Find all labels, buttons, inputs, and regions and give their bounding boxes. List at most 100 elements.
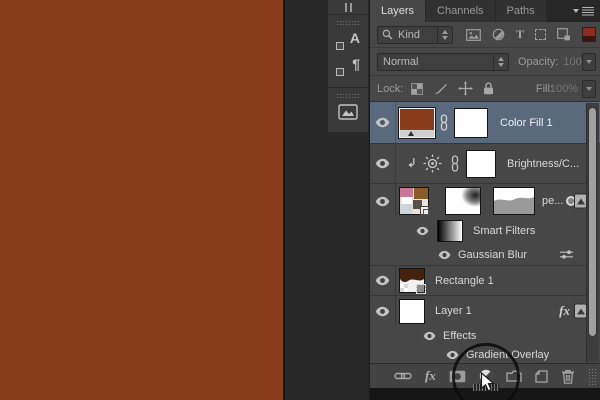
layer-row-color-fill[interactable]: Color Fill 1 <box>370 102 600 144</box>
smart-object-thumbnail[interactable] <box>399 187 429 215</box>
new-group-button[interactable] <box>506 370 522 382</box>
layer-row-rectangle[interactable]: Rectangle 1 <box>370 266 600 296</box>
smart-object-badge-icon <box>420 206 429 215</box>
shape-filter-icon <box>535 29 547 40</box>
layers-panel: Layers Channels Paths Kind T Normal Opac… <box>369 0 600 400</box>
visibility-eye-icon[interactable] <box>370 144 396 183</box>
filter-blending-options-button[interactable] <box>559 249 574 260</box>
lock-position-button[interactable] <box>458 81 474 96</box>
layer-row-layer1[interactable]: Layer 1 fx <box>370 296 600 326</box>
row-gradient-overlay[interactable]: Gradient Overlay <box>370 346 600 363</box>
mask-link-icon[interactable] <box>439 114 449 131</box>
triangle-up-icon <box>576 198 585 204</box>
new-layer-button[interactable] <box>535 369 548 383</box>
filter-mask-thumbnail[interactable] <box>437 220 463 242</box>
filter-type-layers-button[interactable]: T <box>516 27 524 42</box>
visibility-eye-icon[interactable] <box>370 184 396 218</box>
dock-drag-grip-icon[interactable] <box>336 20 360 25</box>
adjustment-mask-thumbnail[interactable] <box>466 149 496 178</box>
vector-mask-thumbnail[interactable] <box>493 187 535 215</box>
row-smart-filters[interactable]: Smart Filters <box>370 218 600 244</box>
layer-row-brightness[interactable]: Brightness/C... <box>370 144 600 184</box>
filter-adjustment-layers-button[interactable] <box>492 28 505 41</box>
image-panel-icon <box>338 104 358 120</box>
move-icon <box>458 81 474 96</box>
layer-thumbnail[interactable] <box>399 298 425 324</box>
fill-layer-thumbnail[interactable] <box>398 106 436 139</box>
visibility-eye-icon[interactable] <box>446 350 459 360</box>
transparency-checker-icon <box>411 82 424 95</box>
layer-filtering-toggle[interactable] <box>582 27 596 42</box>
filter-smart-objects-button[interactable] <box>557 28 571 41</box>
mouse-cursor <box>480 372 496 392</box>
filter-pixel-layers-button[interactable] <box>466 28 481 41</box>
photoshop-workspace: A ¶ Layers Channels Paths Kind T Normal … <box>0 0 600 400</box>
brightness-sun-icon[interactable] <box>423 154 442 173</box>
tab-channels[interactable]: Channels <box>426 0 495 22</box>
fx-icon: fx <box>425 368 436 383</box>
fill-value: 100% <box>549 82 578 95</box>
padlock-icon <box>484 82 494 95</box>
fill-dropdown-button[interactable] <box>582 79 596 98</box>
pixel-layer-filter-icon <box>466 28 481 41</box>
lock-pixels-button[interactable] <box>433 82 448 95</box>
layer-name: Rectangle 1 <box>435 274 494 287</box>
dock-group-type: A ¶ <box>328 15 368 88</box>
delete-layer-button[interactable] <box>561 369 575 384</box>
fill-slider-icon <box>400 128 434 137</box>
visibility-eye-icon[interactable] <box>370 266 396 295</box>
layer-name: Brightness/C... <box>507 157 580 170</box>
link-layers-button[interactable] <box>394 371 412 381</box>
layer-fx-badge[interactable]: fx <box>559 303 570 319</box>
panel-menu-button[interactable] <box>567 0 600 22</box>
layer-row-smart-object[interactable]: pe... <box>370 184 600 218</box>
visibility-eye-icon[interactable] <box>438 250 451 260</box>
character-panel-button[interactable]: A <box>333 29 363 53</box>
opacity-dropdown-button[interactable] <box>582 52 596 71</box>
tab-paths[interactable]: Paths <box>495 0 546 22</box>
panel-resize-grip-icon[interactable] <box>588 368 598 385</box>
visibility-eye-icon[interactable] <box>423 331 436 341</box>
blend-mode-select[interactable]: Normal <box>377 52 509 71</box>
layer-mask-thumbnail[interactable] <box>454 107 488 138</box>
scrollbar-thumb[interactable] <box>588 107 597 337</box>
type-filter-icon: T <box>516 27 525 41</box>
layer-filter-row: Kind T <box>370 22 600 48</box>
layers-list: Color Fill 1 Brightness/C... pe... Smart… <box>370 102 600 363</box>
tab-layers[interactable]: Layers <box>370 0 426 22</box>
dock-drag-grip-icon[interactable] <box>336 93 360 98</box>
paragraph-panel-button[interactable]: ¶ <box>333 55 363 79</box>
row-effects[interactable]: Effects <box>370 326 600 346</box>
layer-name: Color Fill 1 <box>500 116 553 129</box>
adjustment-filter-icon <box>492 28 505 41</box>
new-layer-icon <box>535 369 548 383</box>
clipping-mask-arrow-icon <box>408 158 415 168</box>
sliders-icon <box>560 250 573 259</box>
document-canvas[interactable] <box>0 0 283 400</box>
character-panel-icon: A <box>349 30 360 46</box>
visibility-eye-icon[interactable] <box>370 102 396 143</box>
visibility-eye-icon[interactable] <box>370 296 396 326</box>
lock-label: Lock: <box>377 82 404 95</box>
row-gaussian-blur[interactable]: Gaussian Blur <box>370 244 600 266</box>
lock-all-button[interactable] <box>483 82 494 95</box>
layer-name: pe... <box>542 195 564 207</box>
dock-collapse-grip[interactable] <box>328 0 368 15</box>
menu-lines-icon <box>582 6 594 16</box>
filter-shape-layers-button[interactable] <box>535 29 547 40</box>
visibility-eye-icon[interactable] <box>416 226 429 236</box>
mask-link-icon[interactable] <box>450 155 460 172</box>
lock-transparency-button[interactable] <box>411 82 424 95</box>
smart-filters-label: Smart Filters <box>473 225 536 237</box>
add-layer-mask-button[interactable] <box>449 370 466 383</box>
panel-chip-icon <box>336 42 344 50</box>
shape-layer-thumbnail[interactable] <box>399 268 426 294</box>
add-layer-style-button[interactable]: fx <box>425 368 436 384</box>
smart-object-mask-thumbnail[interactable] <box>445 187 481 215</box>
layer-name: Layer 1 <box>435 305 472 317</box>
image-panel-button[interactable] <box>333 102 363 124</box>
filter-kind-select[interactable]: Kind <box>377 25 453 44</box>
scrollbar-track[interactable] <box>586 103 599 362</box>
collapsed-panel-dock: A ¶ <box>327 0 369 133</box>
dropdown-arrow-icon <box>586 59 592 64</box>
